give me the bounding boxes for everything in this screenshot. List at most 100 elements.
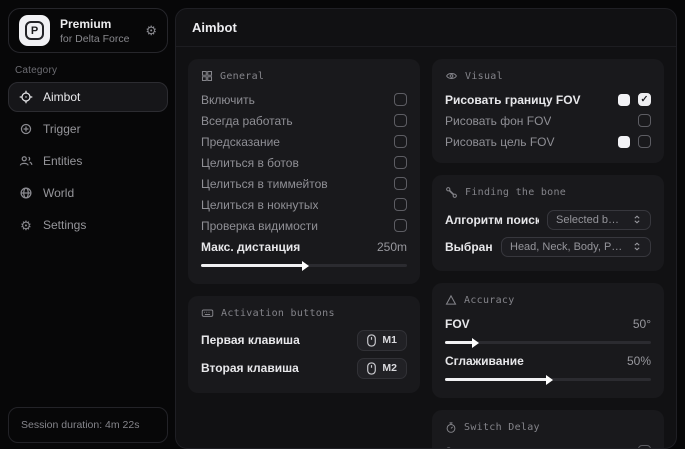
globe-icon xyxy=(19,186,33,200)
checkbox[interactable] xyxy=(638,135,651,148)
premium-texts: Premium for Delta Force xyxy=(60,17,135,45)
mouse-icon xyxy=(367,334,376,347)
checkbox[interactable] xyxy=(394,114,407,127)
color-swatch[interactable] xyxy=(618,94,630,106)
panel-header: Visual xyxy=(445,70,651,82)
setting-row: Сглаживание 50% xyxy=(445,350,651,371)
app-window: P Premium for Delta Force ⚙ Category Aim… xyxy=(0,0,685,449)
dropdown-value: Selected bone xyxy=(556,214,625,226)
sidebar-item-aimbot[interactable]: Aimbot xyxy=(8,82,168,112)
setting-value: 50° xyxy=(633,317,651,331)
keybind-button[interactable]: M2 xyxy=(357,358,407,379)
setting-controls xyxy=(638,114,651,127)
panel-activation-buttons: Activation buttons Первая клавиша M1 Вто… xyxy=(188,296,420,393)
setting-row[interactable]: Целиться в ботов xyxy=(201,152,407,173)
grid-icon xyxy=(201,70,213,82)
setting-row: Макс. дистанция 250m xyxy=(201,236,407,257)
keybind-button[interactable]: M1 xyxy=(357,330,407,351)
page-title: Aimbot xyxy=(176,9,676,47)
checkbox[interactable] xyxy=(638,445,651,448)
checkbox[interactable] xyxy=(394,156,407,169)
sidebar-nav: Aimbot Trigger Entities xyxy=(8,82,168,240)
gear-icon: ⚙ xyxy=(19,218,33,232)
checkbox[interactable] xyxy=(394,93,407,106)
checkbox[interactable] xyxy=(638,93,651,106)
checkbox[interactable] xyxy=(394,219,407,232)
panel-header: Accuracy xyxy=(445,294,651,306)
color-swatch[interactable] xyxy=(618,136,630,148)
setting-row[interactable]: Рисовать границу FOV xyxy=(445,89,651,110)
max-distance-slider[interactable] xyxy=(201,264,407,267)
panel-visual: Visual Рисовать границу FOV Рисовать фон… xyxy=(432,59,664,163)
setting-label: Задержка переключения xyxy=(445,445,583,449)
checkbox[interactable] xyxy=(394,198,407,211)
triangle-icon xyxy=(445,294,457,306)
chevron-up-down-icon xyxy=(632,241,642,252)
setting-label: Рисовать фон FOV xyxy=(445,114,551,128)
setting-label: Включить xyxy=(201,93,255,107)
panel-switch-delay: Switch Delay Задержка переключения Задер… xyxy=(432,410,664,448)
setting-label: Целиться в тиммейтов xyxy=(201,177,328,191)
sidebar-item-label: World xyxy=(43,186,74,200)
gear-icon[interactable]: ⚙ xyxy=(145,24,157,37)
setting-row[interactable]: Рисовать фон FOV xyxy=(445,110,651,131)
panel-title: Switch Delay xyxy=(464,422,540,433)
sidebar-item-label: Trigger xyxy=(43,122,81,136)
session-duration: Session duration: 4m 22s xyxy=(8,407,168,443)
mouse-icon xyxy=(367,362,376,375)
keybind-row: Вторая клавиша M2 xyxy=(201,354,407,382)
bone-algorithm-dropdown[interactable]: Selected bone xyxy=(547,210,651,230)
eye-icon xyxy=(445,70,458,82)
setting-label: Алгоритм поиска костей xyxy=(445,213,539,227)
keyboard-icon xyxy=(201,307,214,319)
fov-slider[interactable] xyxy=(445,341,651,344)
panel-accuracy: Accuracy FOV 50° Сглаживание 50% xyxy=(432,283,664,398)
panel-general: General Включить Всегда работать Предска… xyxy=(188,59,420,284)
setting-label: Рисовать границу FOV xyxy=(445,93,581,107)
sidebar: P Premium for Delta Force ⚙ Category Aim… xyxy=(0,0,175,449)
smoothing-slider[interactable] xyxy=(445,378,651,381)
chevron-up-down-icon xyxy=(632,214,642,225)
slider-fill xyxy=(445,378,548,381)
panel-header: Activation buttons xyxy=(201,307,407,319)
setting-row[interactable]: Целиться в нокнутых xyxy=(201,194,407,215)
setting-label: Целиться в нокнутых xyxy=(201,198,318,212)
dropdown-value: Head, Neck, Body, Pe... xyxy=(510,241,625,253)
left-column: General Включить Всегда работать Предска… xyxy=(188,59,420,393)
setting-label: Рисовать цель FOV xyxy=(445,135,555,149)
keybind-label: Первая клавиша xyxy=(201,333,300,347)
sidebar-item-label: Settings xyxy=(43,218,86,232)
sidebar-item-entities[interactable]: Entities xyxy=(8,146,168,176)
setting-label: Выбранные кости xyxy=(445,240,493,254)
stopwatch-icon xyxy=(445,421,457,434)
selected-bones-dropdown[interactable]: Head, Neck, Body, Pe... xyxy=(501,237,651,257)
keybind-label: Вторая клавиша xyxy=(201,361,299,375)
setting-row[interactable]: Задержка переключения xyxy=(445,441,651,448)
app-logo: P xyxy=(19,15,50,46)
setting-row[interactable]: Предсказание xyxy=(201,131,407,152)
setting-controls xyxy=(618,135,651,148)
sidebar-item-trigger[interactable]: Trigger xyxy=(8,114,168,144)
sidebar-item-settings[interactable]: ⚙ Settings xyxy=(8,210,168,240)
setting-row[interactable]: Рисовать цель FOV xyxy=(445,131,651,152)
checkbox[interactable] xyxy=(394,177,407,190)
panel-title: Activation buttons xyxy=(221,308,335,319)
checkbox[interactable] xyxy=(394,135,407,148)
setting-row[interactable]: Включить xyxy=(201,89,407,110)
panel-header: Switch Delay xyxy=(445,421,651,434)
crosshair-icon xyxy=(19,90,33,104)
keybind-value: M1 xyxy=(382,334,397,346)
bone-icon xyxy=(445,186,458,199)
setting-row[interactable]: Проверка видимости xyxy=(201,215,407,236)
premium-card: P Premium for Delta Force ⚙ xyxy=(8,8,168,53)
panel-header: General xyxy=(201,70,407,82)
setting-row[interactable]: Всегда работать xyxy=(201,110,407,131)
setting-label: Проверка видимости xyxy=(201,219,318,233)
setting-label: Сглаживание xyxy=(445,354,524,368)
setting-row: Выбранные кости Head, Neck, Body, Pe... xyxy=(445,233,651,260)
sidebar-item-world[interactable]: World xyxy=(8,178,168,208)
checkbox[interactable] xyxy=(638,114,651,127)
setting-row[interactable]: Целиться в тиммейтов xyxy=(201,173,407,194)
trigger-icon xyxy=(19,122,33,136)
slider-fill xyxy=(201,264,304,267)
